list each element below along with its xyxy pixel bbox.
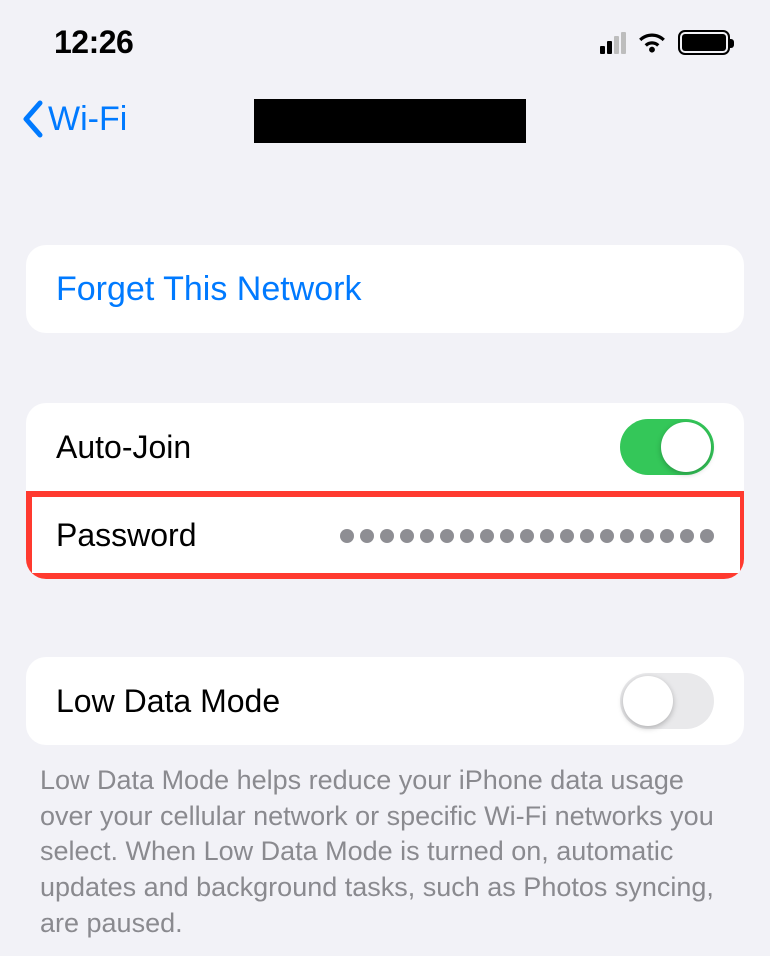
low-data-toggle[interactable] [620,673,714,729]
password-row[interactable]: Password [26,491,744,579]
nav-bar: Wi-Fi [0,71,770,149]
forget-network-button[interactable]: Forget This Network [26,245,744,333]
forget-network-label: Forget This Network [56,270,361,309]
back-button[interactable]: Wi-Fi [20,99,127,139]
join-section: Auto-Join Password [26,403,744,579]
password-masked-value [340,529,714,543]
cellular-signal-icon [600,32,626,54]
password-label: Password [56,517,197,554]
status-time: 12:26 [54,24,133,61]
low-data-label: Low Data Mode [56,683,280,720]
auto-join-toggle[interactable] [620,419,714,475]
low-data-section: Low Data Mode [26,657,744,745]
low-data-description: Low Data Mode helps reduce your iPhone d… [40,763,730,941]
low-data-row: Low Data Mode [26,657,744,745]
forget-section: Forget This Network [26,245,744,333]
auto-join-label: Auto-Join [56,429,191,466]
status-bar: 12:26 [0,0,770,71]
chevron-left-icon [20,99,46,139]
auto-join-row: Auto-Join [26,403,744,491]
wifi-icon [636,31,668,55]
network-name-redacted [254,99,526,143]
battery-icon [678,30,730,55]
back-label: Wi-Fi [48,100,127,139]
status-icons [600,30,730,55]
